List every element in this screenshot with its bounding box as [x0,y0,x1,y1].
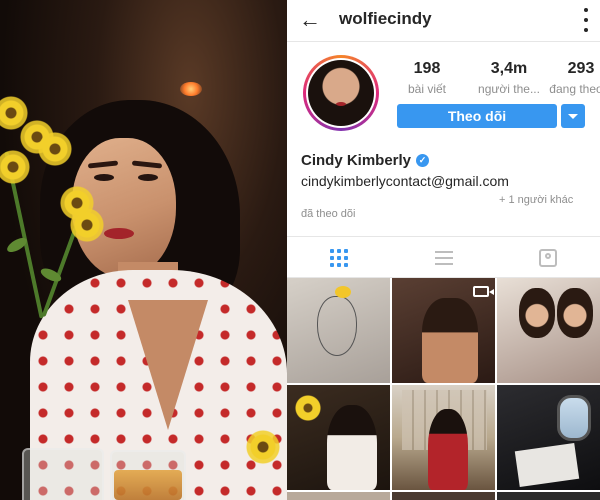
more-vertical-icon[interactable] [582,8,590,32]
instagram-profile: ← wolfiecindy 198 bài viết 3,4m người th… [287,0,600,500]
following-count: 293 [567,60,595,77]
yellow-flower [38,132,72,166]
bio-email[interactable]: cindykimberlycontact@gmail.com [301,173,509,189]
tagged-icon[interactable] [539,249,557,267]
lamp-light [180,82,202,96]
following-label: đang theo... [549,82,600,96]
post-row-partial [287,492,600,500]
profile-username: wolfiecindy [339,9,432,28]
yellow-flower [0,150,30,184]
suggestions-dropdown-button[interactable] [561,104,585,128]
posts-label: bài viết [407,82,447,96]
drink [114,470,182,500]
eye-right [138,174,158,181]
video-icon [473,286,494,297]
post-thumbnail[interactable] [392,278,495,383]
chevron-down-icon [568,114,578,119]
followers-count: 3,4m [490,60,528,77]
eye-left [94,174,114,181]
post-thumbnail[interactable] [497,278,600,383]
yellow-flower [70,208,104,242]
posts-grid [287,278,600,500]
full-name-text: Cindy Kimberly [301,152,412,169]
follow-button[interactable]: Theo dõi [397,104,557,128]
yellow-flower [246,430,280,464]
post-thumbnail[interactable] [287,385,390,490]
avatar[interactable] [303,55,379,131]
grid-icon[interactable] [330,249,348,267]
stat-following[interactable]: 293 đang theo... [545,60,600,96]
followed-by-text: đã theo dõi [301,208,356,220]
glass [22,448,104,500]
stat-followers[interactable]: 3,4m người the... [473,60,545,96]
top-bar: ← wolfiecindy [287,0,600,42]
list-icon[interactable] [435,249,453,267]
profile-full-name: Cindy Kimberly ✓ [301,152,430,169]
followers-label: người the... [478,82,540,96]
hero-photo [0,0,287,500]
posts-count: 198 [413,60,441,77]
lips [104,228,134,239]
profile-tabs [287,236,600,278]
back-arrow-icon[interactable]: ← [299,9,321,31]
verified-badge-icon: ✓ [416,154,430,167]
post-thumbnail[interactable] [392,385,495,490]
post-thumbnail[interactable] [287,278,390,383]
mutual-followers[interactable]: + 1 người khác [499,194,573,206]
post-thumbnail[interactable] [497,385,600,490]
stat-posts: 198 bài viết [391,60,463,96]
